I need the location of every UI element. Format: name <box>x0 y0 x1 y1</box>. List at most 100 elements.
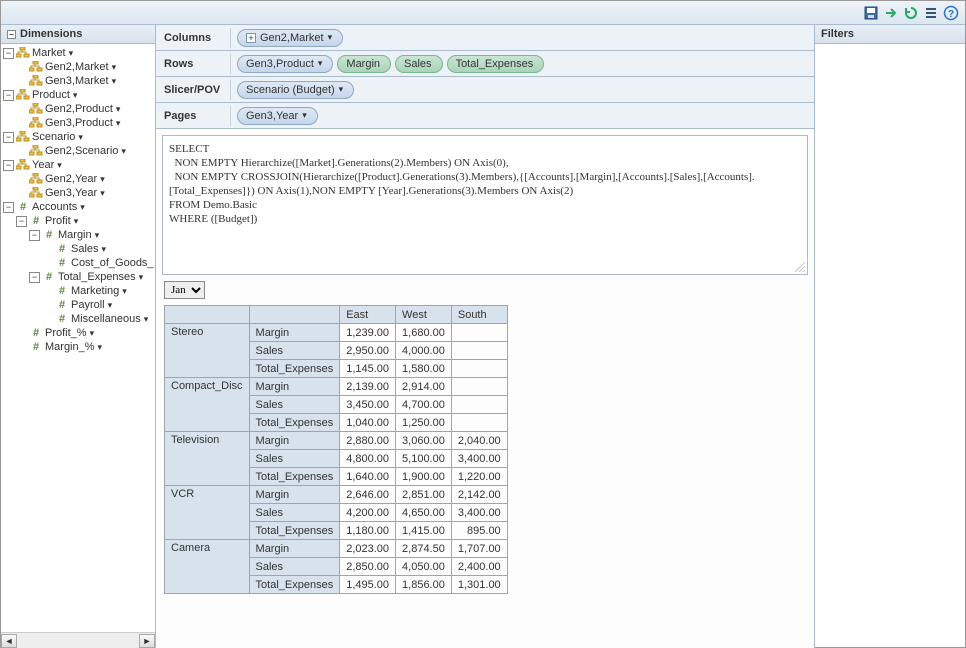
data-cell[interactable]: 1,415.00 <box>396 522 452 540</box>
data-cell[interactable]: 2,874.50 <box>396 540 452 558</box>
tree-node-label[interactable]: Gen2,Product <box>45 103 113 115</box>
tree-toggle-icon[interactable]: − <box>3 132 14 143</box>
pill-scenario-budget-[interactable]: Scenario (Budget)▾ <box>237 81 354 99</box>
measure-header[interactable]: Sales <box>249 504 340 522</box>
data-cell[interactable]: 895.00 <box>451 522 507 540</box>
measure-header[interactable]: Total_Expenses <box>249 468 340 486</box>
data-cell[interactable]: 3,450.00 <box>340 396 396 414</box>
data-cell[interactable]: 1,640.00 <box>340 468 396 486</box>
data-cell[interactable]: 1,239.00 <box>340 324 396 342</box>
tree-toggle-icon[interactable]: − <box>16 216 27 227</box>
tree-node[interactable]: Gen3,Market▾ <box>1 74 155 88</box>
chevron-down-icon[interactable]: ▾ <box>339 84 344 95</box>
product-header[interactable]: Camera <box>165 540 250 594</box>
data-cell[interactable]: 4,650.00 <box>396 504 452 522</box>
chevron-down-icon[interactable]: ▾ <box>302 110 307 121</box>
tree-toggle-icon[interactable]: − <box>3 48 14 59</box>
data-cell[interactable]: 4,700.00 <box>396 396 452 414</box>
measure-header[interactable]: Margin <box>249 486 340 504</box>
data-cell[interactable] <box>451 396 507 414</box>
tree-node[interactable]: −#Accounts▾ <box>1 200 155 214</box>
measure-header[interactable]: Margin <box>249 378 340 396</box>
tree-node-label[interactable]: Scenario <box>32 131 75 143</box>
tree-node[interactable]: #Profit_%▾ <box>1 326 155 340</box>
data-cell[interactable]: 2,914.00 <box>396 378 452 396</box>
tree-node-label[interactable]: Gen2,Scenario <box>45 145 118 157</box>
tree-node[interactable]: −#Margin▾ <box>1 228 155 242</box>
col-header[interactable]: South <box>451 306 507 324</box>
chevron-down-icon[interactable]: ▾ <box>139 272 144 283</box>
chevron-down-icon[interactable]: ▾ <box>318 58 323 69</box>
chevron-down-icon[interactable]: ▾ <box>112 76 117 87</box>
col-header[interactable]: West <box>396 306 452 324</box>
tree-node-label[interactable]: Product <box>32 89 70 101</box>
measure-header[interactable]: Total_Expenses <box>249 414 340 432</box>
data-cell[interactable]: 4,000.00 <box>396 342 452 360</box>
chevron-down-icon[interactable]: ▾ <box>100 188 105 199</box>
data-cell[interactable]: 1,145.00 <box>340 360 396 378</box>
measure-header[interactable]: Margin <box>249 432 340 450</box>
tree-toggle-icon[interactable]: − <box>29 230 40 241</box>
tree-node-label[interactable]: Gen3,Year <box>45 187 97 199</box>
list-icon[interactable] <box>923 5 939 21</box>
tree-node[interactable]: #Margin_%▾ <box>1 340 155 354</box>
tree-node-label[interactable]: Cost_of_Goods_ <box>71 257 154 269</box>
tree-node-label[interactable]: Accounts <box>32 201 77 213</box>
tree-node[interactable]: Gen2,Scenario▾ <box>1 144 155 158</box>
tree-node-label[interactable]: Market <box>32 47 66 59</box>
data-cell[interactable]: 1,707.00 <box>451 540 507 558</box>
axis-drop-zone[interactable]: Scenario (Budget)▾ <box>231 78 814 102</box>
data-cell[interactable]: 1,900.00 <box>396 468 452 486</box>
chevron-down-icon[interactable]: ▾ <box>90 328 95 339</box>
tree-node-label[interactable]: Total_Expenses <box>58 271 136 283</box>
tree-node-label[interactable]: Sales <box>71 243 99 255</box>
measure-header[interactable]: Sales <box>249 396 340 414</box>
data-cell[interactable]: 3,060.00 <box>396 432 452 450</box>
pill-total-expenses[interactable]: Total_Expenses <box>447 55 545 73</box>
data-cell[interactable]: 1,856.00 <box>396 576 452 594</box>
tree-node[interactable]: −Product▾ <box>1 88 155 102</box>
data-cell[interactable]: 2,023.00 <box>340 540 396 558</box>
tree-node[interactable]: −Market▾ <box>1 46 155 60</box>
chevron-down-icon[interactable]: ▾ <box>74 216 79 227</box>
product-header[interactable]: Television <box>165 432 250 486</box>
chevron-down-icon[interactable]: ▾ <box>100 174 105 185</box>
arrow-right-icon[interactable] <box>883 5 899 21</box>
data-cell[interactable]: 4,050.00 <box>396 558 452 576</box>
col-header[interactable]: East <box>340 306 396 324</box>
mdx-query-box[interactable]: SELECT NON EMPTY Hierarchize([Market].Ge… <box>162 135 808 275</box>
tree-node[interactable]: −Scenario▾ <box>1 130 155 144</box>
data-cell[interactable]: 1,220.00 <box>451 468 507 486</box>
pill-gen3-product[interactable]: Gen3,Product▾ <box>237 55 333 73</box>
refresh-icon[interactable] <box>903 5 919 21</box>
tree-toggle-icon[interactable]: − <box>3 160 14 171</box>
data-cell[interactable]: 4,200.00 <box>340 504 396 522</box>
tree-node-label[interactable]: Year <box>32 159 54 171</box>
chevron-down-icon[interactable]: ▾ <box>112 62 117 73</box>
data-cell[interactable] <box>451 378 507 396</box>
pill-gen3-year[interactable]: Gen3,Year▾ <box>237 107 318 125</box>
pill-margin[interactable]: Margin <box>337 55 391 73</box>
tree-node[interactable]: #Marketing▾ <box>1 284 155 298</box>
data-cell[interactable]: 2,851.00 <box>396 486 452 504</box>
tree-node[interactable]: #Sales▾ <box>1 242 155 256</box>
data-cell[interactable]: 5,100.00 <box>396 450 452 468</box>
chevron-down-icon[interactable]: ▾ <box>116 104 121 115</box>
measure-header[interactable]: Total_Expenses <box>249 522 340 540</box>
chevron-down-icon[interactable]: ▾ <box>80 202 85 213</box>
tree-node-label[interactable]: Margin <box>58 229 92 241</box>
chevron-down-icon[interactable]: ▾ <box>328 32 333 43</box>
tree-node[interactable]: Gen3,Product▾ <box>1 116 155 130</box>
product-header[interactable]: VCR <box>165 486 250 540</box>
measure-header[interactable]: Sales <box>249 558 340 576</box>
tree-node[interactable]: Gen3,Year▾ <box>1 186 155 200</box>
axis-drop-zone[interactable]: Gen3,Product▾MarginSalesTotal_Expenses <box>231 52 814 76</box>
data-cell[interactable]: 1,580.00 <box>396 360 452 378</box>
tree-node[interactable]: Gen2,Market▾ <box>1 60 155 74</box>
data-cell[interactable]: 2,950.00 <box>340 342 396 360</box>
data-cell[interactable] <box>451 324 507 342</box>
product-header[interactable]: Compact_Disc <box>165 378 250 432</box>
chevron-down-icon[interactable]: ▾ <box>102 244 107 255</box>
data-cell[interactable]: 4,800.00 <box>340 450 396 468</box>
data-cell[interactable] <box>451 342 507 360</box>
